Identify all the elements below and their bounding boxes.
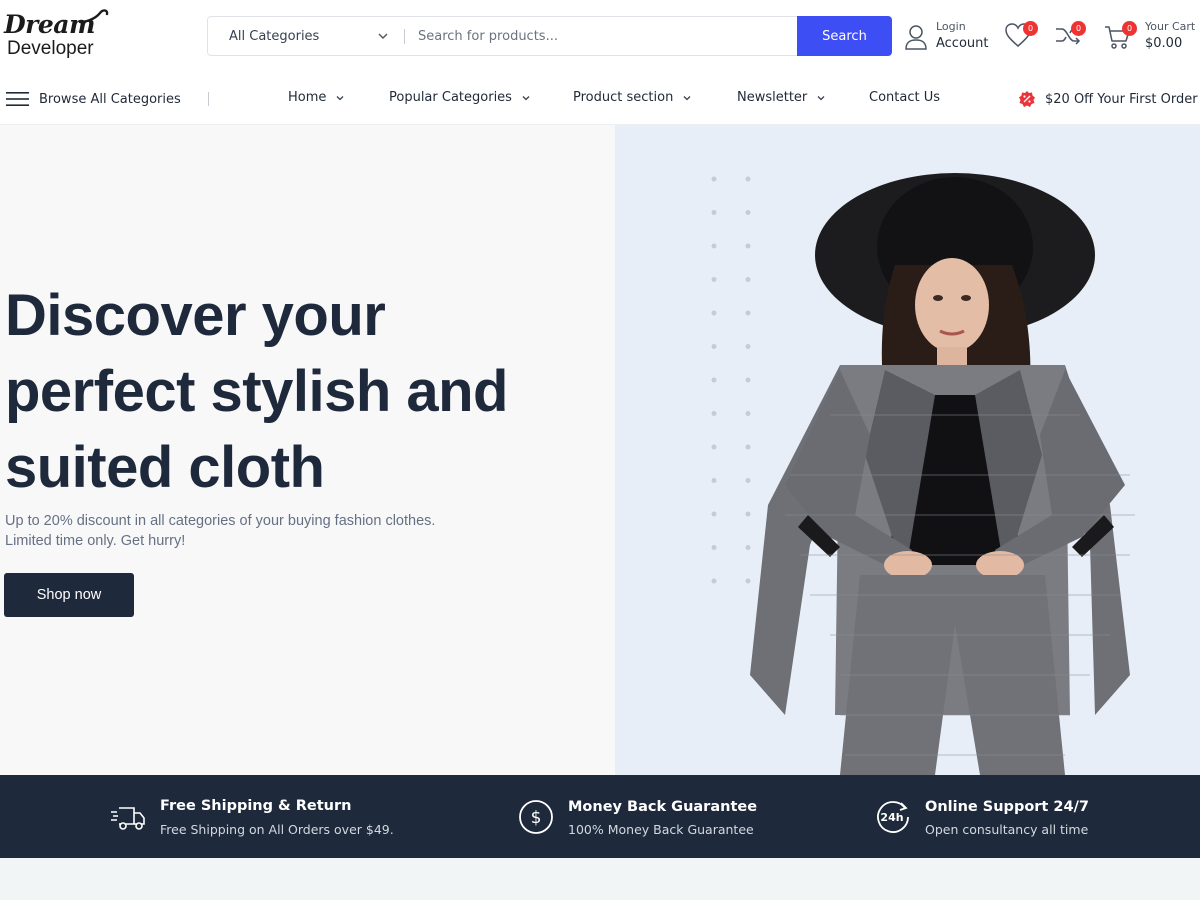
brand-logo[interactable]: Dream Developer: [4, 8, 109, 64]
cart-label: Your Cart: [1145, 20, 1196, 33]
cart-button[interactable]: 0: [1104, 21, 1138, 58]
nav-item-label: Popular Categories: [389, 90, 512, 105]
dollar-coin-icon: $: [519, 800, 553, 834]
category-select-label: All Categories: [229, 28, 320, 44]
nav-item-newsletter[interactable]: Newsletter: [737, 90, 826, 105]
browse-categories-button[interactable]: Browse All Categories: [6, 86, 181, 112]
nav-item-label: Home: [288, 90, 327, 105]
feature-title: Online Support 24/7: [925, 799, 1089, 815]
search-input[interactable]: [418, 17, 788, 55]
feature-free-shipping: Free Shipping & Return Free Shipping on …: [110, 775, 410, 858]
features-strip: Free Shipping & Return Free Shipping on …: [0, 775, 1200, 858]
search-button[interactable]: Search: [797, 16, 892, 56]
wishlist-count-badge: 0: [1023, 21, 1038, 36]
site-header: Dream Developer All Categories Search Lo…: [0, 0, 1200, 72]
feature-description: Open consultancy all time: [925, 822, 1089, 837]
search-bar: All Categories Search: [207, 16, 892, 56]
cart-total: $0.00: [1145, 36, 1183, 51]
nav-item-home[interactable]: Home: [288, 90, 345, 105]
discount-badge-icon: [1019, 91, 1035, 107]
feature-description: 100% Money Back Guarantee: [568, 822, 754, 837]
nav-item-contact-us[interactable]: Contact Us: [869, 90, 940, 105]
hero-title: Discover your perfect stylish and suited…: [5, 278, 565, 506]
browse-categories-label: Browse All Categories: [39, 91, 181, 107]
hero-title-line: Discover your: [5, 283, 386, 348]
search-divider: [404, 29, 405, 44]
chevron-down-icon: [817, 95, 825, 100]
hamburger-menu-icon: [6, 92, 29, 106]
account-label: Account: [936, 36, 989, 51]
hero-title-line: perfect stylish and: [5, 359, 508, 424]
chevron-down-icon: [522, 95, 530, 100]
feature-title: Free Shipping & Return: [160, 798, 352, 814]
nav-item-popular-categories[interactable]: Popular Categories: [389, 90, 531, 105]
hero-title-line: suited cloth: [5, 435, 325, 500]
logo-swoosh-icon: [78, 9, 109, 24]
feature-description: Free Shipping on All Orders over $49.: [160, 822, 394, 837]
promo-offer-link[interactable]: $20 Off Your First Order: [1018, 90, 1198, 108]
compare-count-badge: 0: [1071, 21, 1086, 36]
chevron-down-icon: [336, 95, 344, 100]
fashion-model-image: [750, 173, 1135, 775]
compare-button[interactable]: 0: [1054, 21, 1088, 56]
account-link[interactable]: Login Account: [904, 20, 996, 56]
cart-count-badge: 0: [1122, 21, 1137, 36]
user-icon: [905, 25, 927, 50]
wishlist-button[interactable]: 0: [1004, 21, 1038, 56]
account-login-label: Login: [936, 20, 966, 33]
hero-subtitle-line: Limited time only. Get hurry!: [5, 533, 186, 549]
nav-divider: [208, 92, 209, 106]
hero-image-panel: [615, 125, 1200, 775]
nav-item-label: Newsletter: [737, 90, 808, 105]
nav-item-product-section[interactable]: Product section: [573, 90, 692, 105]
nav-item-label: Contact Us: [869, 90, 940, 105]
category-select[interactable]: All Categories: [208, 17, 404, 55]
main-nav: Browse All Categories Home Popular Categ…: [0, 72, 1200, 125]
hero-subtitle-line: Up to 20% discount in all categories of …: [5, 513, 436, 529]
nav-item-label: Product section: [573, 90, 674, 105]
next-section-band: [0, 858, 1200, 900]
support-24h-icon: 24h: [877, 801, 909, 833]
promo-offer-label: $20 Off Your First Order: [1045, 91, 1198, 107]
logo-text-bottom: Developer: [7, 38, 94, 59]
svg-text:$: $: [531, 808, 542, 828]
shop-now-button[interactable]: Shop now: [4, 573, 134, 617]
hero-subtitle: Up to 20% discount in all categories of …: [5, 511, 565, 551]
feature-online-support: 24h Online Support 24/7 Open consultancy…: [875, 775, 1115, 858]
svg-text:24h: 24h: [880, 811, 903, 824]
chevron-down-icon: [378, 33, 388, 39]
feature-title: Money Back Guarantee: [568, 799, 758, 815]
chevron-down-icon: [683, 95, 691, 100]
feature-money-back: $ Money Back Guarantee 100% Money Back G…: [518, 775, 778, 858]
delivery-truck-icon: [111, 807, 145, 830]
